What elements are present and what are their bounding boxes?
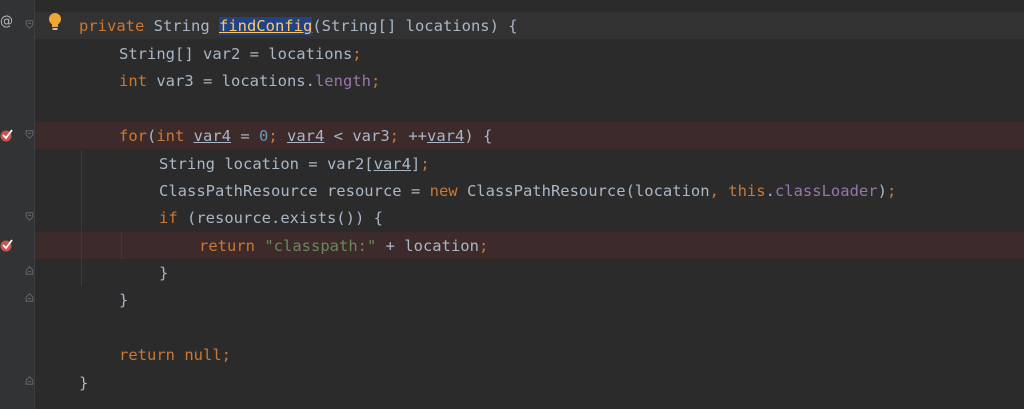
lightbulb-icon[interactable] bbox=[48, 12, 62, 32]
code-token: var4 bbox=[193, 127, 231, 145]
breakpoint-icon[interactable] bbox=[0, 238, 14, 252]
indent-guide bbox=[81, 204, 82, 231]
code-text: private String findConfig(String[] locat… bbox=[79, 16, 518, 36]
code-line[interactable]: return null; bbox=[35, 341, 1024, 368]
code-token: var3 = locations. bbox=[156, 72, 315, 90]
code-token: length bbox=[314, 72, 371, 90]
code-token: } bbox=[159, 264, 169, 282]
code-text: String location = var2[var4]; bbox=[159, 154, 430, 174]
code-line[interactable]: } bbox=[35, 286, 1024, 313]
code-token: + location bbox=[376, 237, 479, 255]
code-token: } bbox=[119, 291, 129, 309]
code-token: ; bbox=[389, 127, 409, 145]
code-token: "classpath:" bbox=[264, 237, 377, 255]
code-line[interactable]: } bbox=[35, 369, 1024, 396]
breakpoint-icon[interactable] bbox=[0, 128, 14, 142]
code-token: , bbox=[709, 182, 729, 200]
fold-end-icon[interactable] bbox=[25, 265, 34, 275]
code-line[interactable]: private String findConfig(String[] locat… bbox=[35, 12, 1024, 39]
code-line[interactable]: int var3 = locations.length; bbox=[35, 67, 1024, 94]
code-token: classLoader bbox=[774, 182, 878, 200]
editor-gutter: @ bbox=[0, 0, 34, 409]
code-text: for(int var4 = 0; var4 < var3; ++var4) { bbox=[119, 126, 492, 146]
code-line[interactable]: } bbox=[35, 259, 1024, 286]
code-token: return null bbox=[119, 346, 222, 364]
code-text: return "classpath:" + location; bbox=[199, 236, 488, 256]
code-token: ] bbox=[410, 155, 421, 173]
code-line[interactable]: String location = var2[var4]; bbox=[35, 150, 1024, 177]
code-token: private bbox=[79, 17, 154, 35]
code-token: . bbox=[765, 182, 775, 200]
code-token: < var3 bbox=[324, 127, 390, 145]
code-token: for bbox=[119, 127, 147, 145]
code-token: ) bbox=[877, 182, 887, 200]
code-token: ) { bbox=[464, 127, 493, 145]
code-line[interactable]: ClassPathResource resource = new ClassPa… bbox=[35, 177, 1024, 204]
code-token: 0 bbox=[259, 127, 269, 145]
code-text: return null; bbox=[119, 345, 231, 365]
indent-guide bbox=[121, 232, 122, 259]
code-text: ClassPathResource resource = new ClassPa… bbox=[159, 181, 896, 201]
code-token: int bbox=[119, 72, 157, 90]
indent-guide bbox=[81, 177, 82, 204]
code-line[interactable]: if (resource.exists()) { bbox=[35, 204, 1024, 231]
fold-collapse-icon[interactable] bbox=[25, 130, 34, 140]
code-line[interactable]: return "classpath:" + location; bbox=[35, 232, 1024, 259]
code-token: if bbox=[159, 209, 187, 227]
code-token: String bbox=[153, 17, 219, 35]
code-text: } bbox=[119, 290, 128, 310]
indent-guide bbox=[81, 232, 82, 259]
indent-guide bbox=[81, 259, 82, 286]
code-token: (resource.exists()) { bbox=[187, 209, 383, 227]
override-marker-icon[interactable]: @ bbox=[0, 14, 13, 29]
code-line[interactable]: for(int var4 = 0; var4 < var3; ++var4) { bbox=[35, 122, 1024, 149]
code-token: return bbox=[199, 237, 265, 255]
code-text: } bbox=[79, 373, 88, 393]
code-token: findConfig bbox=[218, 17, 313, 35]
code-token: ++ bbox=[408, 127, 428, 145]
code-token: this bbox=[728, 182, 766, 200]
code-line[interactable] bbox=[35, 314, 1024, 341]
fold-end-icon[interactable] bbox=[25, 375, 34, 385]
fold-collapse-icon[interactable] bbox=[25, 20, 34, 30]
code-token: (String[] locations) { bbox=[312, 17, 518, 35]
code-token: ; bbox=[221, 346, 231, 364]
code-text: String[] var2 = locations; bbox=[119, 44, 362, 64]
code-text: int var3 = locations.length; bbox=[119, 71, 380, 91]
code-token: String location = var2[ bbox=[159, 155, 374, 173]
code-line[interactable] bbox=[35, 94, 1024, 121]
code-token: ; bbox=[352, 45, 362, 63]
code-token: = bbox=[231, 127, 259, 145]
code-editor[interactable]: private String findConfig(String[] locat… bbox=[35, 0, 1024, 409]
fold-end-icon[interactable] bbox=[25, 292, 34, 302]
code-token: ; bbox=[478, 237, 489, 255]
code-token: ; bbox=[370, 72, 381, 90]
code-text: } bbox=[159, 263, 168, 283]
code-token: var4 bbox=[427, 127, 465, 145]
indent-guide bbox=[81, 150, 82, 177]
code-token: ClassPathResource(location bbox=[466, 182, 710, 200]
code-token: ClassPathResource resource = bbox=[159, 182, 430, 200]
code-token: ; bbox=[268, 127, 288, 145]
code-token: ; bbox=[420, 155, 430, 173]
code-token: String[] var2 = locations bbox=[119, 45, 353, 63]
code-token: ( bbox=[147, 127, 157, 145]
code-token: } bbox=[79, 374, 89, 392]
code-token: var4 bbox=[287, 127, 325, 145]
code-token: new bbox=[429, 182, 467, 200]
fold-collapse-icon[interactable] bbox=[25, 212, 34, 222]
code-line[interactable]: String[] var2 = locations; bbox=[35, 40, 1024, 67]
code-token: ; bbox=[886, 182, 897, 200]
code-token: int bbox=[156, 127, 194, 145]
code-text: if (resource.exists()) { bbox=[159, 208, 383, 228]
code-token: var4 bbox=[373, 155, 411, 173]
